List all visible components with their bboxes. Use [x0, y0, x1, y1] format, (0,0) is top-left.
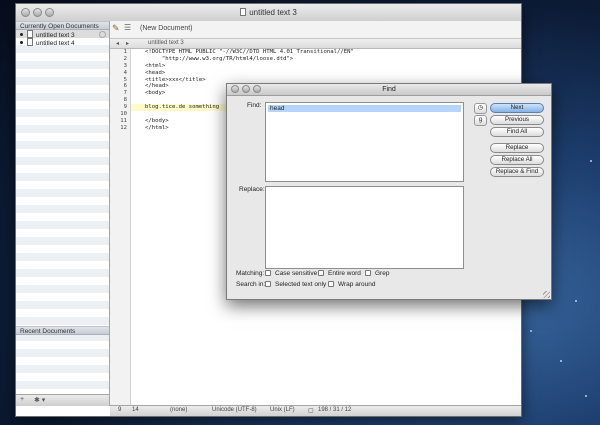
markers-icon[interactable]: ☰ [124, 23, 131, 32]
code-line[interactable]: <html> [131, 63, 521, 70]
document-counts: 198 / 31 / 12 [318, 407, 352, 413]
wrap-around-checkbox[interactable] [328, 281, 334, 287]
replace-and-find-button[interactable]: Replace & Find [490, 167, 544, 177]
next-button[interactable]: Next [490, 103, 544, 113]
toolbar: ✎ ☰ (New Document) [110, 21, 521, 39]
line-number-gutter: 1 2 3 4 5 6 7 8 9 10 11 12 [110, 49, 131, 406]
line-number: 9 [123, 104, 127, 111]
line-position: 9 [118, 407, 122, 413]
document-icon [240, 8, 247, 16]
find-panel-title: Find [382, 86, 396, 93]
line-number: 8 [123, 97, 127, 104]
navigation-bar: ◂ ▸ untitled text 3 [110, 39, 521, 49]
search-in-label: Search in: [236, 281, 266, 288]
grep-label: Grep [375, 270, 390, 277]
add-document-button[interactable]: + [20, 396, 24, 403]
window-titlebar[interactable]: untitled text 3 [16, 4, 521, 22]
wrap-around-label: Wrap around [338, 281, 376, 288]
window-title-text: untitled text 3 [249, 8, 297, 17]
sidebar-item-untitled-4[interactable]: untitled text 4 [16, 38, 109, 47]
document-popup[interactable]: untitled text 3 [148, 40, 184, 46]
matching-label: Matching: [236, 270, 265, 277]
sidebar-item-label: untitled text 4 [36, 40, 75, 47]
zoom-find-button[interactable] [253, 85, 261, 93]
find-field[interactable]: head [265, 102, 464, 182]
replace-all-button[interactable]: Replace All [490, 155, 544, 165]
line-number: 12 [120, 124, 127, 131]
line-endings-popup[interactable]: Unix (LF) [270, 407, 295, 413]
line-number: 5 [123, 76, 127, 83]
replace-label: Replace: [239, 186, 265, 193]
sidebar: Currently Open Documents untitled text 3… [16, 21, 110, 406]
history-clock-icon[interactable]: ◷ [474, 103, 487, 114]
star [585, 395, 587, 397]
recent-documents-header: Recent Documents [16, 326, 109, 335]
line-number: 1 [123, 49, 127, 55]
column-position: 14 [132, 407, 139, 413]
line-number: 4 [123, 69, 127, 76]
sidebar-footer: + ✱ ▾ [16, 394, 109, 406]
close-document-icon[interactable] [99, 31, 106, 38]
modified-dot-icon [20, 41, 23, 44]
modified-dot-icon [20, 33, 23, 36]
encoding-popup[interactable]: Unicode (UTF-8) [212, 407, 257, 413]
find-label: Find: [247, 102, 262, 109]
selected-text-only-checkbox[interactable] [265, 281, 271, 287]
find-panel-titlebar[interactable]: Find [227, 84, 551, 96]
find-field-value: head [268, 105, 461, 112]
find-all-button[interactable]: Find All [490, 127, 544, 137]
grep-pattern-icon[interactable]: g [474, 115, 487, 126]
line-number: 11 [120, 117, 127, 124]
star [530, 330, 532, 332]
find-panel: Find Find: head ◷ g Replace: Next Previo… [226, 83, 552, 300]
status-bar: 9 14 (none) Unicode (UTF-8) Unix (LF) ▢ … [110, 405, 521, 416]
line-number: 2 [123, 55, 127, 62]
entire-word-label: Entire word [328, 270, 361, 277]
selected-text-only-label: Selected text only [275, 281, 327, 288]
window-title: untitled text 3 [16, 8, 521, 17]
line-number: 10 [120, 111, 127, 118]
sidebar-item-untitled-3[interactable]: untitled text 3 [16, 30, 109, 39]
line-number: 7 [123, 90, 127, 97]
code-line[interactable]: <!DOCTYPE HTML PUBLIC "-//W3C//DTD HTML … [131, 49, 521, 56]
code-line[interactable]: "http://www.w3.org/TR/html4/loose.dtd"> [131, 56, 521, 63]
document-icon [27, 30, 33, 38]
entire-word-checkbox[interactable] [318, 270, 324, 276]
document-icon [27, 38, 33, 46]
gear-menu-icon[interactable]: ✱ ▾ [34, 396, 45, 404]
replace-button[interactable]: Replace [490, 143, 544, 153]
line-number: 3 [123, 62, 127, 69]
back-arrow-icon[interactable]: ◂ [116, 40, 119, 47]
case-sensitive-checkbox[interactable] [265, 270, 271, 276]
pencil-icon[interactable]: ✎ [112, 23, 120, 34]
previous-button[interactable]: Previous [490, 115, 544, 125]
lock-icon[interactable]: ▢ [308, 407, 314, 414]
document-name-label: (New Document) [140, 25, 193, 32]
case-sensitive-label: Case sensitive [275, 270, 318, 277]
star [560, 360, 562, 362]
close-find-button[interactable] [231, 85, 239, 93]
forward-arrow-icon[interactable]: ▸ [126, 40, 129, 47]
replace-field[interactable] [265, 186, 464, 269]
minimize-find-button[interactable] [242, 85, 250, 93]
star [575, 300, 577, 302]
star [590, 160, 592, 162]
grep-checkbox[interactable] [365, 270, 371, 276]
line-number: 6 [123, 83, 127, 90]
code-line[interactable]: <head> [131, 70, 521, 77]
language-popup[interactable]: (none) [170, 407, 187, 413]
resize-handle[interactable] [543, 291, 550, 298]
open-documents-header: Currently Open Documents [16, 21, 109, 30]
